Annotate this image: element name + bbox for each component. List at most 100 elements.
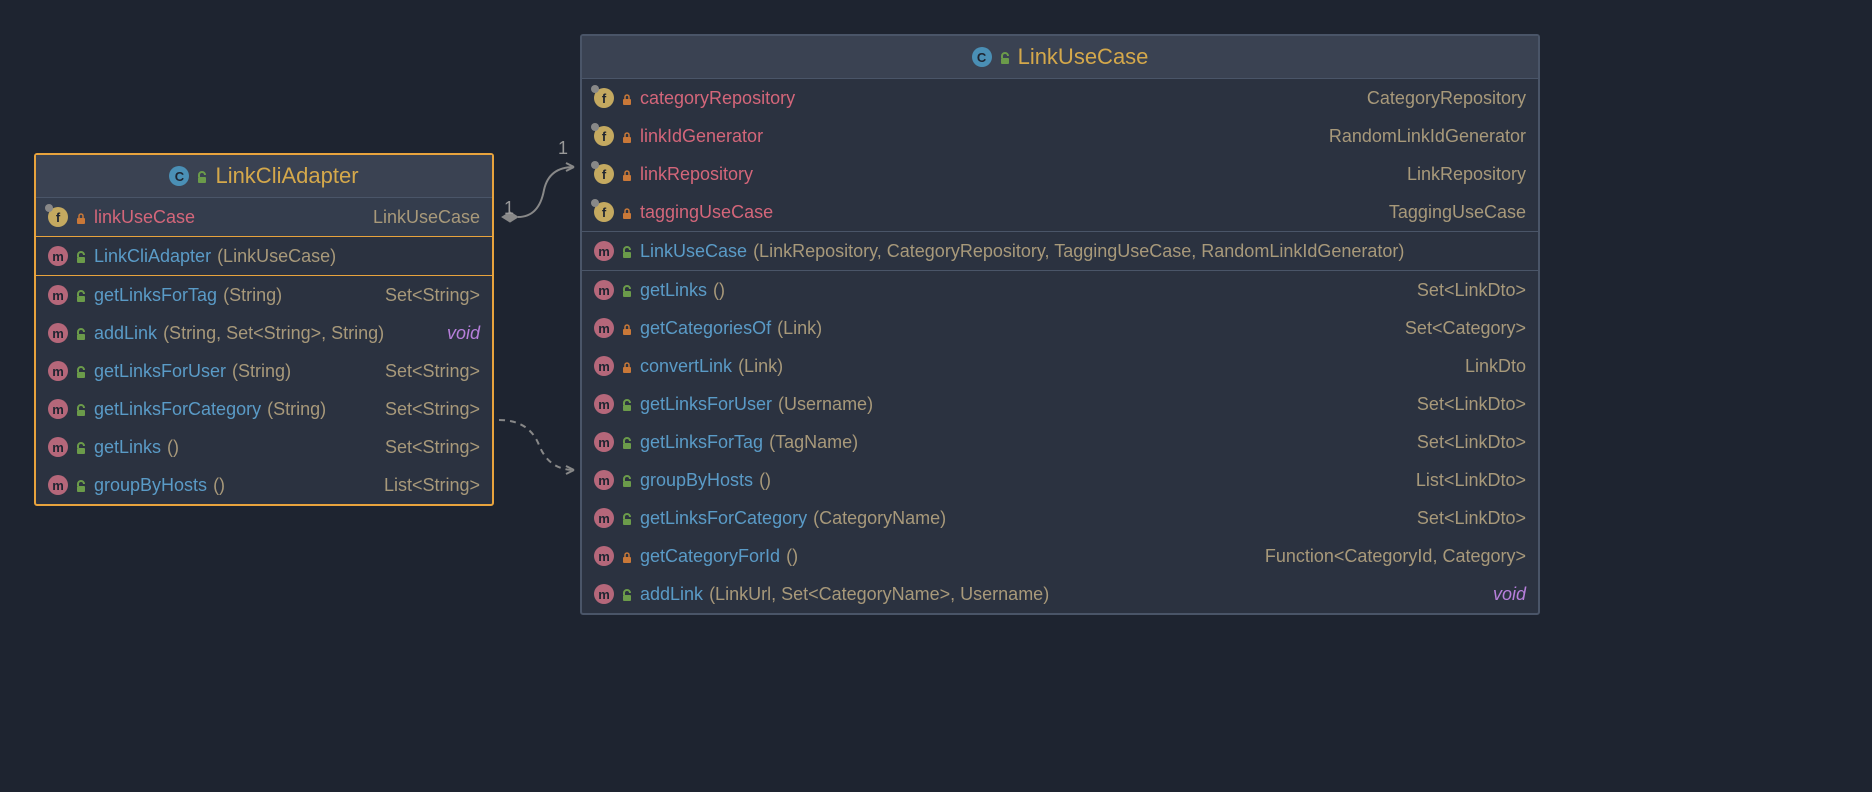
class-box-linkcliadapter[interactable]: C LinkCliAdapter f linkUseCase LinkUseCa…: [34, 153, 494, 506]
public-icon: [74, 249, 88, 263]
method-name: getLinks: [94, 437, 161, 458]
private-icon: [620, 205, 634, 219]
method-return: Set<Category>: [1405, 318, 1526, 339]
method-row[interactable]: m addLink(String, Set<String>, String) v…: [36, 314, 492, 352]
method-name: getLinksForCategory: [94, 399, 261, 420]
method-params: (Link): [738, 356, 783, 377]
field-type: LinkRepository: [1407, 164, 1526, 185]
method-row[interactable]: m addLink (LinkUrl, Set<CategoryName>, Us…: [582, 575, 1538, 613]
method-name: getLinksForCategory: [640, 508, 807, 529]
public-icon: [620, 397, 634, 411]
field-name: categoryRepository: [640, 88, 795, 109]
constructor-row[interactable]: m LinkCliAdapter(LinkUseCase): [36, 237, 492, 275]
constructor-row[interactable]: m LinkUseCase(LinkRepository, CategoryRe…: [582, 232, 1538, 270]
method-return: void: [1493, 584, 1526, 605]
private-icon: [620, 129, 634, 143]
method-icon: m: [594, 318, 614, 338]
method-row[interactable]: m getLinks() Set<LinkDto>: [582, 271, 1538, 309]
method-name: addLink: [640, 584, 703, 605]
method-row[interactable]: m getCategoriesOf(Link) Set<Category>: [582, 309, 1538, 347]
method-params: (CategoryName): [813, 508, 946, 529]
private-icon: [620, 359, 634, 373]
field-name: linkRepository: [640, 164, 753, 185]
method-params: (): [786, 546, 798, 567]
method-row[interactable]: m convertLink(Link) LinkDto: [582, 347, 1538, 385]
method-icon: m: [48, 361, 68, 381]
method-params: (LinkUrl, Set<CategoryName>, Username): [709, 584, 1049, 605]
field-icon: f: [594, 88, 614, 108]
private-icon: [620, 167, 634, 181]
method-icon: m: [48, 246, 68, 266]
method-return: Set<String>: [385, 437, 480, 458]
method-params: (): [167, 437, 179, 458]
multiplicity-label: 1: [504, 198, 514, 219]
method-icon: m: [594, 394, 614, 414]
dependency-connector: [494, 410, 584, 480]
method-icon: m: [48, 285, 68, 305]
method-icon: m: [48, 475, 68, 495]
method-icon: m: [48, 437, 68, 457]
public-icon: [74, 326, 88, 340]
field-row[interactable]: f categoryRepository CategoryRepository: [582, 79, 1538, 117]
method-return: Set<String>: [385, 361, 480, 382]
public-icon: [620, 283, 634, 297]
method-return: Set<LinkDto>: [1417, 432, 1526, 453]
method-row[interactable]: m getLinksForUser(Username) Set<LinkDto>: [582, 385, 1538, 423]
class-title: LinkUseCase: [1018, 44, 1149, 70]
method-row[interactable]: m getLinksForUser(String) Set<String>: [36, 352, 492, 390]
method-row[interactable]: m getLinksForCategory(CategoryName) Set<…: [582, 499, 1538, 537]
method-name: convertLink: [640, 356, 732, 377]
public-icon: [74, 364, 88, 378]
field-row[interactable]: f linkUseCase LinkUseCase: [36, 198, 492, 236]
field-icon: f: [594, 164, 614, 184]
method-row[interactable]: m getCategoryForId() Function<CategoryId…: [582, 537, 1538, 575]
public-icon: [195, 169, 209, 183]
method-row[interactable]: m groupByHosts() List<String>: [36, 466, 492, 504]
method-name: getLinksForUser: [640, 394, 772, 415]
method-icon: m: [594, 470, 614, 490]
field-name: taggingUseCase: [640, 202, 773, 223]
constructor-name: LinkUseCase: [640, 241, 747, 262]
method-row[interactable]: m getLinksForCategory(String) Set<String…: [36, 390, 492, 428]
method-return: Set<LinkDto>: [1417, 508, 1526, 529]
public-icon: [74, 440, 88, 454]
method-row[interactable]: m getLinks () Set<String>: [36, 428, 492, 466]
method-params: (String): [232, 361, 291, 382]
class-header: C LinkCliAdapter: [36, 155, 492, 198]
method-icon: m: [594, 356, 614, 376]
method-return: Set<LinkDto>: [1417, 394, 1526, 415]
method-icon: m: [594, 432, 614, 452]
field-row[interactable]: f taggingUseCase TaggingUseCase: [582, 193, 1538, 231]
field-icon: f: [594, 126, 614, 146]
field-row[interactable]: f linkIdGenerator RandomLinkIdGenerator: [582, 117, 1538, 155]
method-params: (): [713, 280, 725, 301]
method-return: Function<CategoryId, Category>: [1265, 546, 1526, 567]
public-icon: [74, 402, 88, 416]
method-icon: m: [594, 280, 614, 300]
method-name: getLinksForTag: [640, 432, 763, 453]
method-icon: m: [594, 584, 614, 604]
public-icon: [620, 473, 634, 487]
public-icon: [620, 511, 634, 525]
method-params: (TagName): [769, 432, 858, 453]
method-params: (String): [223, 285, 282, 306]
constructor-params: (LinkUseCase): [217, 246, 336, 267]
method-row[interactable]: m groupByHosts() List<LinkDto>: [582, 461, 1538, 499]
method-row[interactable]: m getLinksForTag(String) Set<String>: [36, 276, 492, 314]
multiplicity-label: 1: [558, 138, 568, 159]
method-return: void: [447, 323, 480, 344]
public-icon: [620, 587, 634, 601]
field-row[interactable]: f linkRepository LinkRepository: [582, 155, 1538, 193]
method-row[interactable]: m getLinksForTag (TagName) Set<LinkDto>: [582, 423, 1538, 461]
method-icon: m: [594, 546, 614, 566]
method-params: (): [759, 470, 771, 491]
field-type: LinkUseCase: [373, 207, 480, 228]
method-name: addLink: [94, 323, 157, 344]
field-name: linkUseCase: [94, 207, 195, 228]
constructor-params: (LinkRepository, CategoryRepository, Tag…: [753, 241, 1404, 262]
field-type: RandomLinkIdGenerator: [1329, 126, 1526, 147]
method-return: Set<String>: [385, 399, 480, 420]
method-name: getLinks: [640, 280, 707, 301]
class-box-linkusecase[interactable]: C LinkUseCase f categoryRepository Categ…: [580, 34, 1540, 615]
method-return: List<String>: [384, 475, 480, 496]
